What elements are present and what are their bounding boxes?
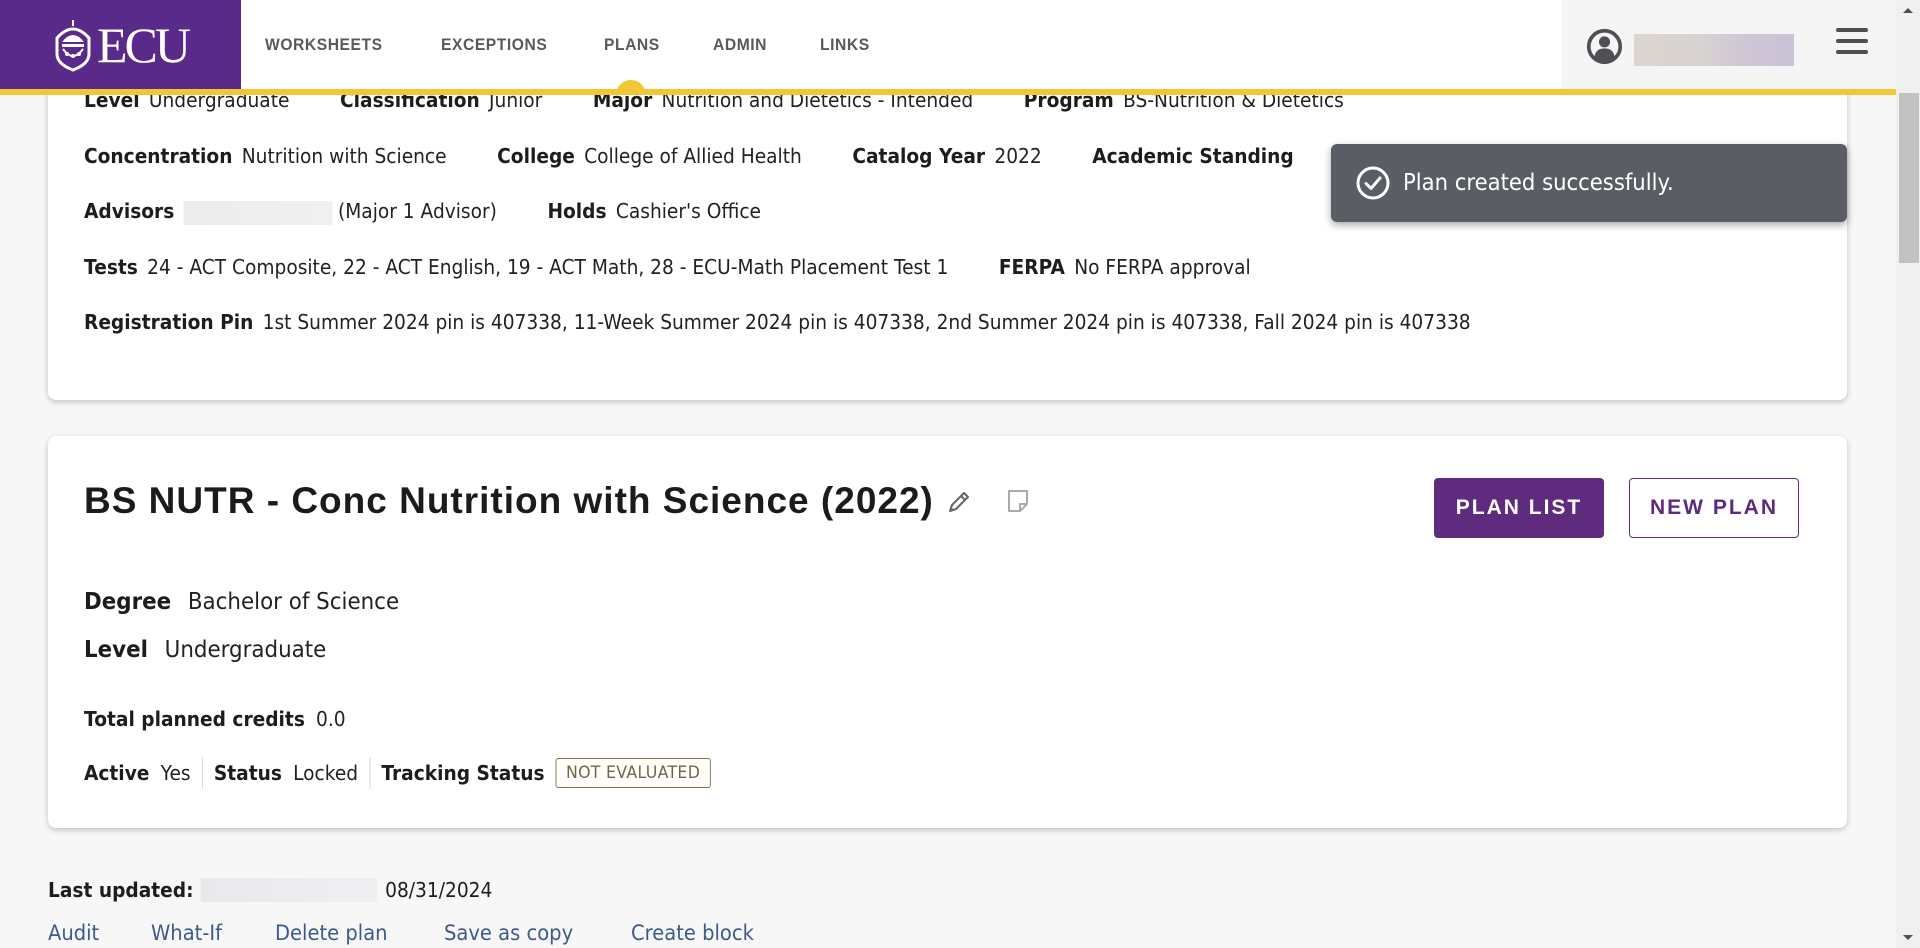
header-accent-bar: [0, 89, 1896, 95]
tracking-status-badge: NOT EVALUATED: [555, 758, 711, 788]
nav-admin[interactable]: ADMIN: [713, 35, 767, 55]
scroll-up-arrow-icon[interactable]: [1903, 8, 1913, 13]
what-if-link[interactable]: What-If: [151, 921, 222, 945]
nav-exceptions[interactable]: EXCEPTIONS: [441, 35, 547, 55]
ecu-logo[interactable]: ECU: [0, 0, 241, 90]
plan-action-links: Audit What-If Delete plan Save as copy C…: [48, 921, 812, 945]
vertical-scrollbar[interactable]: [1896, 0, 1920, 948]
holds-value: Cashier's Office: [615, 199, 762, 223]
registration-pin-label: Registration Pin: [84, 310, 254, 334]
plan-level-label: Level: [84, 637, 148, 663]
scroll-down-arrow-icon[interactable]: [1903, 935, 1913, 940]
scrollbar-thumb[interactable]: [1899, 93, 1919, 263]
audit-link[interactable]: Audit: [48, 921, 99, 945]
plan-title: BS NUTR - Conc Nutrition with Science (2…: [84, 480, 934, 521]
logo-text: ECU: [97, 17, 191, 73]
last-updated-by-redacted: [200, 878, 378, 902]
holds-label: Holds: [547, 199, 607, 223]
total-credits-label: Total planned credits: [84, 707, 305, 731]
degree-field: Degree Bachelor of Science: [84, 589, 399, 615]
note-icon[interactable]: [1005, 488, 1031, 514]
user-area: [1562, 0, 1896, 90]
pencil-icon[interactable]: [944, 487, 974, 517]
student-row-5: Registration Pin 1st Summer 2024 pin is 4…: [84, 310, 1515, 334]
catalog-year-value: 2022: [994, 144, 1042, 168]
divider: [369, 757, 371, 789]
student-row-4: Tests 24 - ACT Composite, 22 - ACT Englis…: [84, 255, 1295, 279]
ecu-cupola-shield-icon: [55, 20, 91, 72]
concentration-label: Concentration: [84, 144, 233, 168]
advisors-value: (Major 1 Advisor): [337, 199, 497, 223]
delete-plan-link[interactable]: Delete plan: [275, 921, 388, 945]
top-navigation-bar: ECU WORKSHEETS EXCEPTIONS PLANS ADMIN LI…: [0, 0, 1896, 90]
tests-value: 24 - ACT Composite, 22 - ACT English, 19…: [147, 255, 949, 279]
degree-label: Degree: [84, 589, 172, 615]
create-block-link[interactable]: Create block: [631, 921, 754, 945]
college-value: College of Allied Health: [584, 144, 802, 168]
student-row-3: Advisors (Major 1 Advisor) Holds Cashier's…: [84, 199, 806, 225]
total-credits-field: Total planned credits 0.0: [84, 707, 346, 731]
status-label: Status: [213, 761, 282, 785]
check-circle-icon: [1356, 166, 1390, 200]
divider: [201, 757, 203, 789]
plan-status-row: Active Yes Status Locked Tracking Status NO…: [84, 757, 722, 789]
success-toast[interactable]: Plan created successfully.: [1331, 144, 1847, 222]
plan-list-button[interactable]: PLAN LIST: [1434, 478, 1604, 538]
plan-level-value: Undergraduate: [164, 637, 327, 663]
concentration-value: Nutrition with Science: [241, 144, 447, 168]
catalog-year-label: Catalog Year: [852, 144, 986, 168]
registration-pin-value: 1st Summer 2024 pin is 407338, 11-Week S…: [262, 310, 1471, 334]
total-credits-value: 0.0: [316, 707, 346, 731]
ferpa-value: No FERPA approval: [1074, 255, 1251, 279]
tests-label: Tests: [84, 255, 138, 279]
academic-standing-label: Academic Standing: [1092, 144, 1294, 168]
advisor-name-redacted: [183, 200, 333, 225]
active-value: Yes: [160, 761, 191, 785]
tracking-status-label: Tracking Status: [381, 761, 545, 785]
degree-value: Bachelor of Science: [187, 589, 400, 615]
college-label: College: [497, 144, 575, 168]
last-updated: Last updated: 08/31/2024: [48, 878, 492, 902]
active-label: Active: [84, 761, 150, 785]
main-nav: WORKSHEETS EXCEPTIONS PLANS ADMIN LINKS: [265, 0, 922, 90]
status-value: Locked: [293, 761, 359, 785]
last-updated-label: Last updated:: [48, 878, 194, 902]
nav-worksheets[interactable]: WORKSHEETS: [265, 35, 383, 55]
nav-plans[interactable]: PLANS: [604, 35, 660, 55]
hamburger-menu-icon[interactable]: [1836, 28, 1868, 58]
new-plan-button[interactable]: NEW PLAN: [1629, 478, 1799, 538]
save-as-copy-link[interactable]: Save as copy: [444, 921, 573, 945]
level-field: Level Undergraduate: [84, 637, 326, 663]
nav-links[interactable]: LINKS: [820, 35, 870, 55]
last-updated-date: 08/31/2024: [385, 878, 493, 902]
user-circle-icon[interactable]: [1586, 28, 1623, 65]
student-row-2: Concentration Nutrition with Science Coll…: [84, 144, 1348, 168]
plan-card: BS NUTR - Conc Nutrition with Science (2…: [48, 436, 1847, 828]
user-name-redacted[interactable]: [1634, 34, 1794, 66]
ferpa-label: FERPA: [998, 255, 1065, 279]
toast-message: Plan created successfully.: [1403, 170, 1674, 196]
advisors-label: Advisors: [84, 199, 175, 223]
